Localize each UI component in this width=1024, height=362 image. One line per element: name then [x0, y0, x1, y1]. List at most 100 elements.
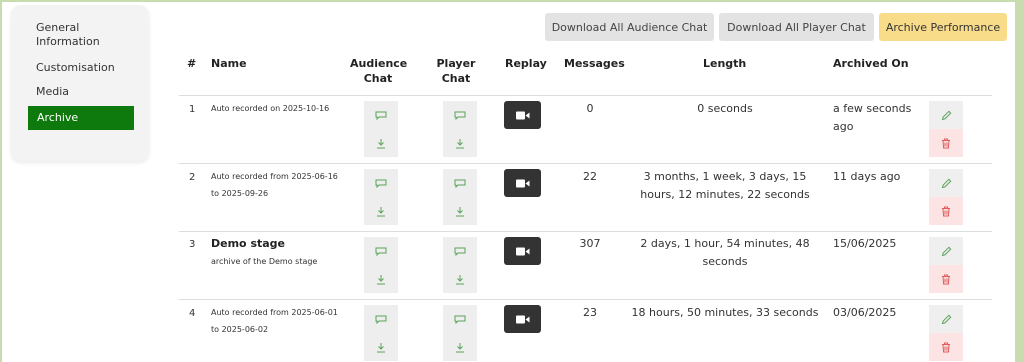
pencil-icon	[941, 110, 952, 121]
row-index: 1	[189, 104, 196, 115]
row-index: 2	[189, 172, 196, 183]
row-messages: 307	[579, 237, 601, 250]
delete-button[interactable]	[929, 333, 963, 361]
audience-chat-download-button[interactable]	[364, 129, 398, 157]
row-index: 3	[189, 239, 196, 250]
row-archived-on: a few seconds ago	[833, 102, 912, 133]
download-icon	[455, 138, 465, 149]
chat-bubble-icon	[375, 179, 387, 188]
audience-chat-download-button[interactable]	[364, 265, 398, 293]
download-icon	[376, 206, 386, 217]
pencil-icon	[941, 314, 952, 325]
sidebar-item-archive[interactable]: Archive	[28, 106, 134, 130]
row-name: Demo stage	[211, 237, 286, 250]
audience-chat-view-button[interactable]	[364, 101, 398, 129]
delete-button[interactable]	[929, 129, 963, 157]
header-length: Length	[703, 57, 747, 70]
pencil-icon	[941, 246, 952, 257]
chat-bubble-icon	[454, 179, 466, 188]
edit-button[interactable]	[929, 101, 963, 129]
replay-button[interactable]	[504, 169, 541, 197]
player-chat-view-button[interactable]	[443, 169, 477, 197]
trash-icon	[941, 206, 951, 217]
audience-chat-view-button[interactable]	[364, 305, 398, 333]
chat-bubble-icon	[454, 111, 466, 120]
header-audience-chat: Audience Chat	[350, 57, 408, 85]
table-divider	[179, 299, 992, 300]
row-messages: 0	[586, 102, 594, 115]
archive-performance-button[interactable]: Archive Performance	[879, 13, 1007, 41]
pencil-icon	[941, 178, 952, 189]
player-chat-view-button[interactable]	[443, 101, 477, 129]
audience-chat-download-button[interactable]	[364, 333, 398, 361]
row-length: 3 months, 1 week, 3 days, 15 hours, 12 m…	[640, 170, 810, 201]
download-icon	[376, 274, 386, 285]
trash-icon	[941, 274, 951, 285]
download-icon	[455, 274, 465, 285]
audience-chat-view-button[interactable]	[364, 237, 398, 265]
header-messages: Messages	[564, 57, 625, 70]
player-chat-download-button[interactable]	[443, 197, 477, 225]
audience-chat-view-button[interactable]	[364, 169, 398, 197]
player-chat-download-button[interactable]	[443, 333, 477, 361]
row-name: Auto recorded from 2025-06-16 to 2025-09…	[211, 172, 338, 198]
download-icon	[455, 342, 465, 353]
player-chat-view-button[interactable]	[443, 237, 477, 265]
row-index: 4	[189, 308, 196, 319]
replay-button[interactable]	[504, 101, 541, 129]
row-length: 18 hours, 50 minutes, 33 seconds	[631, 306, 819, 319]
header-name: Name	[211, 57, 247, 70]
sidebar-item-customisation[interactable]: Customisation	[27, 61, 133, 75]
delete-button[interactable]	[929, 265, 963, 293]
row-messages: 23	[583, 306, 597, 319]
download-icon	[376, 138, 386, 149]
window-frame-right	[1015, 0, 1024, 362]
video-camera-icon	[515, 111, 530, 120]
header-archived-on: Archived On	[833, 57, 909, 70]
download-all-audience-chat-button[interactable]: Download All Audience Chat	[545, 13, 714, 41]
download-icon	[455, 206, 465, 217]
trash-icon	[941, 342, 951, 353]
chat-bubble-icon	[375, 315, 387, 324]
row-description: archive of the Demo stage	[211, 257, 318, 266]
video-camera-icon	[515, 315, 530, 324]
player-chat-view-button[interactable]	[443, 305, 477, 333]
table-divider	[179, 231, 992, 232]
delete-button[interactable]	[929, 197, 963, 225]
sidebar-item-general-information[interactable]: General Information	[27, 21, 133, 49]
video-camera-icon	[515, 179, 530, 188]
header-index: #	[187, 57, 197, 70]
row-length: 2 days, 1 hour, 54 minutes, 48 seconds	[640, 237, 810, 268]
table-divider	[179, 163, 992, 164]
sidebar: General Information Customisation Media …	[11, 5, 149, 161]
window-frame-top	[0, 0, 1024, 2]
replay-button[interactable]	[504, 237, 541, 265]
window-frame-left	[0, 0, 2, 362]
trash-icon	[941, 138, 951, 149]
chat-bubble-icon	[454, 315, 466, 324]
table-divider	[179, 95, 992, 96]
chat-bubble-icon	[375, 247, 387, 256]
chat-bubble-icon	[375, 111, 387, 120]
sidebar-item-media[interactable]: Media	[27, 85, 133, 99]
row-length: 0 seconds	[697, 102, 753, 115]
header-replay: Replay	[505, 57, 547, 70]
edit-button[interactable]	[929, 169, 963, 197]
row-archived-on: 15/06/2025	[833, 237, 897, 250]
edit-button[interactable]	[929, 305, 963, 333]
edit-button[interactable]	[929, 237, 963, 265]
player-chat-download-button[interactable]	[443, 129, 477, 157]
row-name: Auto recorded on 2025-10-16	[211, 104, 330, 113]
download-all-player-chat-button[interactable]: Download All Player Chat	[719, 13, 874, 41]
player-chat-download-button[interactable]	[443, 265, 477, 293]
row-name: Auto recorded from 2025-06-01 to 2025-06…	[211, 308, 338, 334]
download-icon	[376, 342, 386, 353]
replay-button[interactable]	[504, 305, 541, 333]
row-messages: 22	[583, 170, 597, 183]
audience-chat-download-button[interactable]	[364, 197, 398, 225]
chat-bubble-icon	[454, 247, 466, 256]
video-camera-icon	[515, 247, 530, 256]
row-archived-on: 11 days ago	[833, 170, 901, 183]
row-archived-on: 03/06/2025	[833, 306, 897, 319]
header-player-chat: Player Chat	[436, 57, 476, 85]
